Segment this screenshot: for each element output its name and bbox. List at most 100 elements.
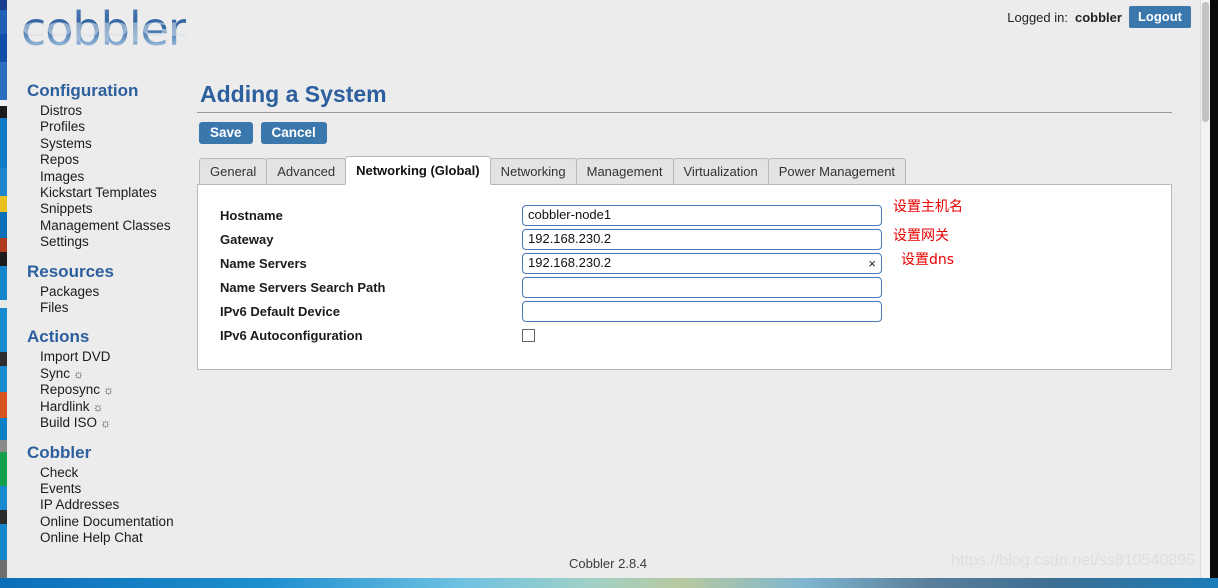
sidebar-group-cobbler: Cobbler Check Events IP Addresses Online Doc…	[15, 442, 195, 547]
field-label: IPv6 Autoconfiguration	[220, 327, 363, 343]
cancel-button[interactable]: Cancel	[260, 122, 327, 144]
sidebar-item-label: Reposync	[40, 382, 101, 398]
settings-form: HostnameGatewayName Servers×Name Servers…	[198, 203, 1171, 347]
sidebar-item-label: Online Help Chat	[40, 530, 143, 546]
sidebar-item-label: Files	[40, 300, 69, 316]
field-wrapper: ×	[522, 252, 882, 274]
tab-networking[interactable]: Networking	[489, 158, 577, 185]
tab-networking-global[interactable]: Networking (Global)	[345, 156, 491, 185]
sidebar-item-label: Snippets	[40, 201, 93, 217]
gear-icon: ☼	[103, 383, 115, 398]
form-row: IPv6 Default Device	[198, 299, 1171, 323]
field-wrapper	[522, 276, 882, 298]
main-content: Adding a System Save Cancel General Advan…	[197, 80, 1172, 370]
logged-in-username: cobbler	[1074, 9, 1122, 25]
sidebar-item-management-classes[interactable]: Management Classes	[15, 218, 195, 234]
sidebar-item-online-help-chat[interactable]: Online Help Chat	[15, 530, 195, 546]
sidebar-group-title: Actions	[27, 327, 90, 347]
sidebar-item-label: Kickstart Templates	[40, 185, 157, 201]
sidebar-item-label: Online Documentation	[40, 513, 174, 529]
clear-icon[interactable]: ×	[868, 255, 876, 272]
sidebar-item-label: Management Classes	[40, 217, 171, 233]
sidebar-item-kickstart-templates[interactable]: Kickstart Templates	[15, 185, 195, 201]
tab-virtualization[interactable]: Virtualization	[672, 158, 769, 185]
sidebar-item-sync[interactable]: Sync ☼	[15, 366, 195, 382]
sidebar-item-label: Packages	[40, 283, 100, 299]
form-row: IPv6 Autoconfiguration	[198, 323, 1171, 347]
sidebar-item-label: Profiles	[40, 119, 86, 135]
form-action-buttons: Save Cancel	[197, 122, 1172, 144]
login-status-bar: Logged in: cobbler Logout	[1007, 6, 1191, 28]
page-title: Adding a System	[197, 80, 1172, 113]
field-wrapper	[522, 328, 882, 342]
form-row: Gateway	[198, 227, 1171, 251]
tab-general[interactable]: General	[199, 158, 268, 185]
sidebar-item-online-documentation[interactable]: Online Documentation	[15, 514, 195, 530]
name-servers-search-path-input[interactable]	[522, 276, 882, 298]
sidebar-item-label: Repos	[40, 152, 80, 168]
sidebar-item-label: Events	[40, 480, 82, 496]
tab-bar: General Advanced Networking (Global) Networ…	[197, 156, 1172, 185]
sidebar-item-settings[interactable]: Settings	[15, 234, 195, 250]
browser-scrollbar[interactable]	[1200, 0, 1210, 578]
sidebar-item-label: Images	[40, 168, 85, 184]
sidebar-item-reposync[interactable]: Reposync ☼	[15, 382, 195, 398]
save-button[interactable]: Save	[199, 122, 253, 144]
sidebar-nav: Configuration Distros Profiles Systems Repos…	[15, 80, 195, 547]
sidebar-item-images[interactable]: Images	[15, 169, 195, 185]
hostname-input[interactable]	[522, 204, 882, 226]
logout-button[interactable]: Logout	[1128, 6, 1191, 28]
gateway-input[interactable]	[522, 228, 882, 250]
cobbler-web-app: cobbler cobbler Logged in: cobbler Logou…	[7, 0, 1209, 578]
sidebar-item-check[interactable]: Check	[15, 465, 195, 481]
footer-version: Cobbler 2.8.4	[568, 556, 648, 571]
sidebar-item-build-iso[interactable]: Build ISO ☼	[15, 415, 195, 431]
sidebar-item-ip-addresses[interactable]: IP Addresses	[15, 497, 195, 513]
annotation-note: 设置网关	[893, 228, 949, 244]
sidebar-item-label: Sync	[40, 365, 71, 381]
tab-panel-networking-global: HostnameGatewayName Servers×Name Servers…	[197, 184, 1172, 370]
sidebar-item-label: Hardlink	[40, 398, 90, 414]
browser-bookmark-strip	[0, 0, 7, 578]
logged-in-label: Logged in:	[1007, 9, 1068, 25]
ipv6-autoconfiguration-checkbox[interactable]	[522, 328, 535, 342]
sidebar-item-distros[interactable]: Distros	[15, 103, 195, 119]
sidebar-item-import-dvd[interactable]: Import DVD	[15, 349, 195, 365]
sidebar-item-repos[interactable]: Repos	[15, 152, 195, 168]
sidebar-item-label: Import DVD	[40, 349, 111, 365]
sidebar-item-systems[interactable]: Systems	[15, 136, 195, 152]
ipv6-default-device-input[interactable]	[522, 300, 882, 322]
sidebar-item-snippets[interactable]: Snippets	[15, 201, 195, 217]
sidebar-item-label: Check	[40, 464, 79, 480]
field-wrapper	[522, 228, 882, 250]
sidebar-item-profiles[interactable]: Profiles	[15, 119, 195, 135]
field-label: Name Servers	[220, 255, 307, 271]
annotation-note: 设置主机名	[893, 199, 963, 215]
watermark: https://blog.csdn.net/ss810540895	[951, 552, 1195, 569]
sidebar-group-configuration: Configuration Distros Profiles Systems Repos…	[15, 80, 195, 251]
sidebar-item-label: Settings	[40, 234, 89, 250]
field-label: Gateway	[220, 231, 274, 247]
field-label: Name Servers Search Path	[220, 279, 386, 295]
sidebar-group-title: Configuration	[27, 81, 139, 100]
form-row: Name Servers ×	[198, 251, 1171, 275]
browser-scrollbar-thumb[interactable]	[1202, 2, 1209, 122]
form-row: Name Servers Search Path	[198, 275, 1171, 299]
desktop-taskbar	[0, 578, 1218, 588]
sidebar-item-events[interactable]: Events	[15, 481, 195, 497]
sidebar-item-label: IP Addresses	[40, 497, 120, 513]
field-label: IPv6 Default Device	[220, 303, 340, 319]
sidebar-item-label: Systems	[40, 135, 92, 151]
cobbler-logo: cobbler cobbler	[21, 2, 201, 76]
sidebar-item-label: Distros	[40, 103, 83, 118]
field-wrapper	[522, 300, 882, 322]
name-servers-input[interactable]	[522, 252, 882, 274]
tab-power-management[interactable]: Power Management	[767, 158, 907, 185]
sidebar-group-title: Cobbler	[27, 442, 92, 462]
sidebar-item-packages[interactable]: Packages	[15, 284, 195, 300]
form-row: Hostname	[198, 203, 1171, 227]
sidebar-item-files[interactable]: Files	[15, 300, 195, 316]
sidebar-item-hardlink[interactable]: Hardlink ☼	[15, 399, 195, 415]
tab-management[interactable]: Management	[575, 158, 674, 185]
tab-advanced[interactable]: Advanced	[266, 158, 347, 185]
